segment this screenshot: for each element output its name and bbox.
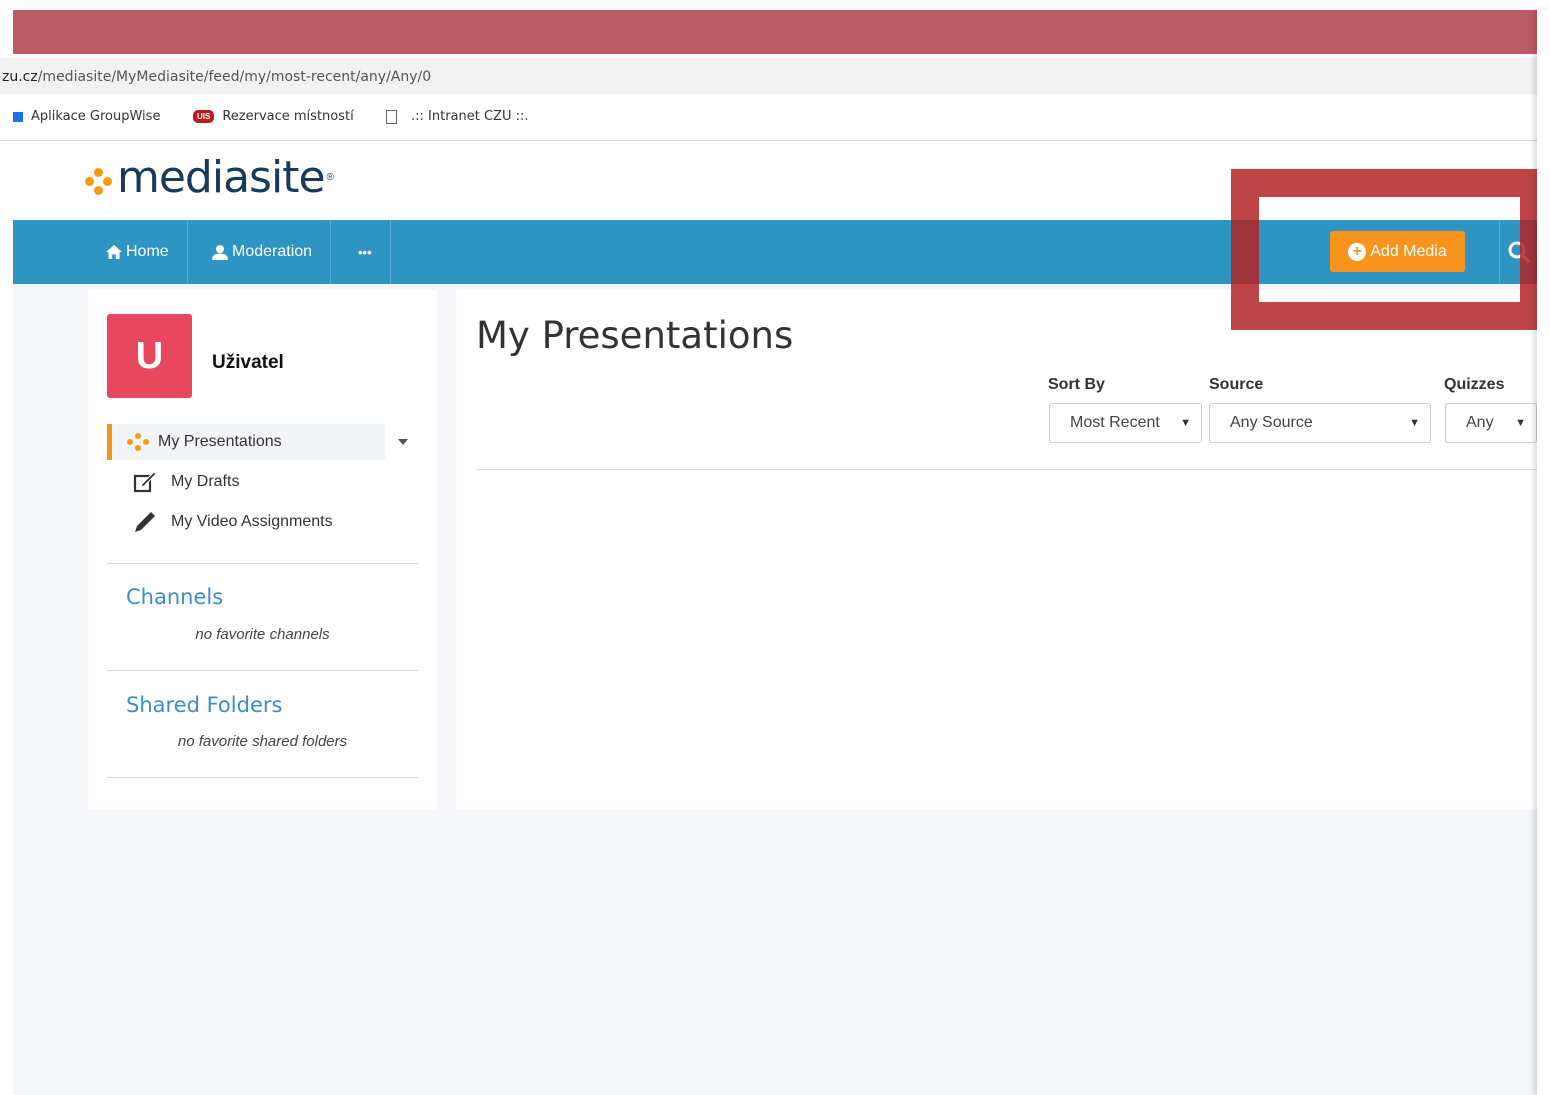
address-bar[interactable]: zu.cz/mediasite/MyMediasite/feed/my/most… [0,58,1537,94]
quizzes-value: Any [1466,414,1494,431]
source-select[interactable]: Any Source ▼ [1209,403,1431,443]
mediasite-logo[interactable]: mediasite ® [85,152,334,203]
logo-text: mediasite [117,152,326,203]
username: Uživatel [212,352,284,373]
dropdown-arrow-icon: ▼ [1515,417,1526,429]
sidebar: U Uživatel My Presentations My Drafts My… [88,290,437,810]
bookmark-label: Aplikace GroupWise [31,109,161,124]
bookmark-rezervace[interactable]: UIS Rezervace místností [193,109,354,124]
dropdown-arrow-icon: ▼ [1409,417,1420,429]
main-content: My Presentations Sort By Source Quizzes … [456,290,1537,810]
page-icon [386,109,397,124]
divider [476,469,1537,470]
logo-dots-icon [85,167,113,196]
highlight-annotation-box [1231,169,1548,330]
source-value: Any Source [1230,414,1313,431]
edit-icon [133,471,157,493]
more-icon: ••• [358,244,372,260]
window-edge [1537,10,1550,1095]
sidebar-item-my-presentations[interactable]: My Presentations [107,424,385,460]
sidebar-item-my-drafts[interactable]: My Drafts [133,471,239,493]
dropdown-arrow-icon: ▼ [1180,417,1191,429]
logo-mark: ® [326,172,334,183]
bookmarks-bar: Aplikace GroupWise UIS Rezervace místnos… [0,96,1537,141]
presentations-dots-icon [126,432,150,452]
sidebar-item-my-video-assignments[interactable]: My Video Assignments [133,510,333,534]
divider [107,563,418,564]
url-path: /mediasite/MyMediasite/feed/my/most-rece… [37,69,432,85]
sort-by-value: Most Recent [1070,414,1160,431]
nav-more-button[interactable]: ••• [340,220,391,284]
page-title: My Presentations [476,314,794,357]
sort-by-select[interactable]: Most Recent ▼ [1049,403,1202,443]
divider [107,670,418,671]
nav-moderation[interactable]: Moderation [194,220,332,284]
sort-by-label: Sort By [1048,376,1105,393]
uis-icon: UIS [193,110,215,123]
bookmark-groupwise[interactable]: Aplikace GroupWise [13,109,160,124]
avatar[interactable]: U [107,314,192,398]
nav-moderation-label: Moderation [232,243,313,260]
sidebar-item-label: My Drafts [171,473,240,490]
nav-home[interactable]: Home [88,220,188,284]
channels-empty-text: no favorite channels [195,626,330,643]
bookmark-label: Rezervace místností [222,109,354,124]
home-icon [106,245,122,259]
divider [107,777,418,778]
bookmark-intranet[interactable]: .:: Intranet CZU ::. [386,109,529,124]
quizzes-select[interactable]: Any ▼ [1445,403,1537,443]
shared-folders-heading[interactable]: Shared Folders [126,693,282,717]
sidebar-item-label: My Video Assignments [171,513,333,530]
browser-title-bar [13,10,1537,54]
bookmark-label: .:: Intranet CZU ::. [411,109,529,124]
shared-folders-empty-text: no favorite shared folders [177,733,348,750]
sidebar-item-label: My Presentations [158,433,282,450]
user-icon [212,244,228,260]
chevron-down-icon[interactable] [398,439,408,445]
nav-home-label: Home [126,243,169,260]
source-label: Source [1209,376,1264,393]
channels-heading[interactable]: Channels [126,585,223,609]
groupwise-icon [13,111,23,122]
quizzes-label: Quizzes [1444,376,1505,393]
url-host: zu.cz [2,69,38,85]
pencil-icon [135,512,155,532]
